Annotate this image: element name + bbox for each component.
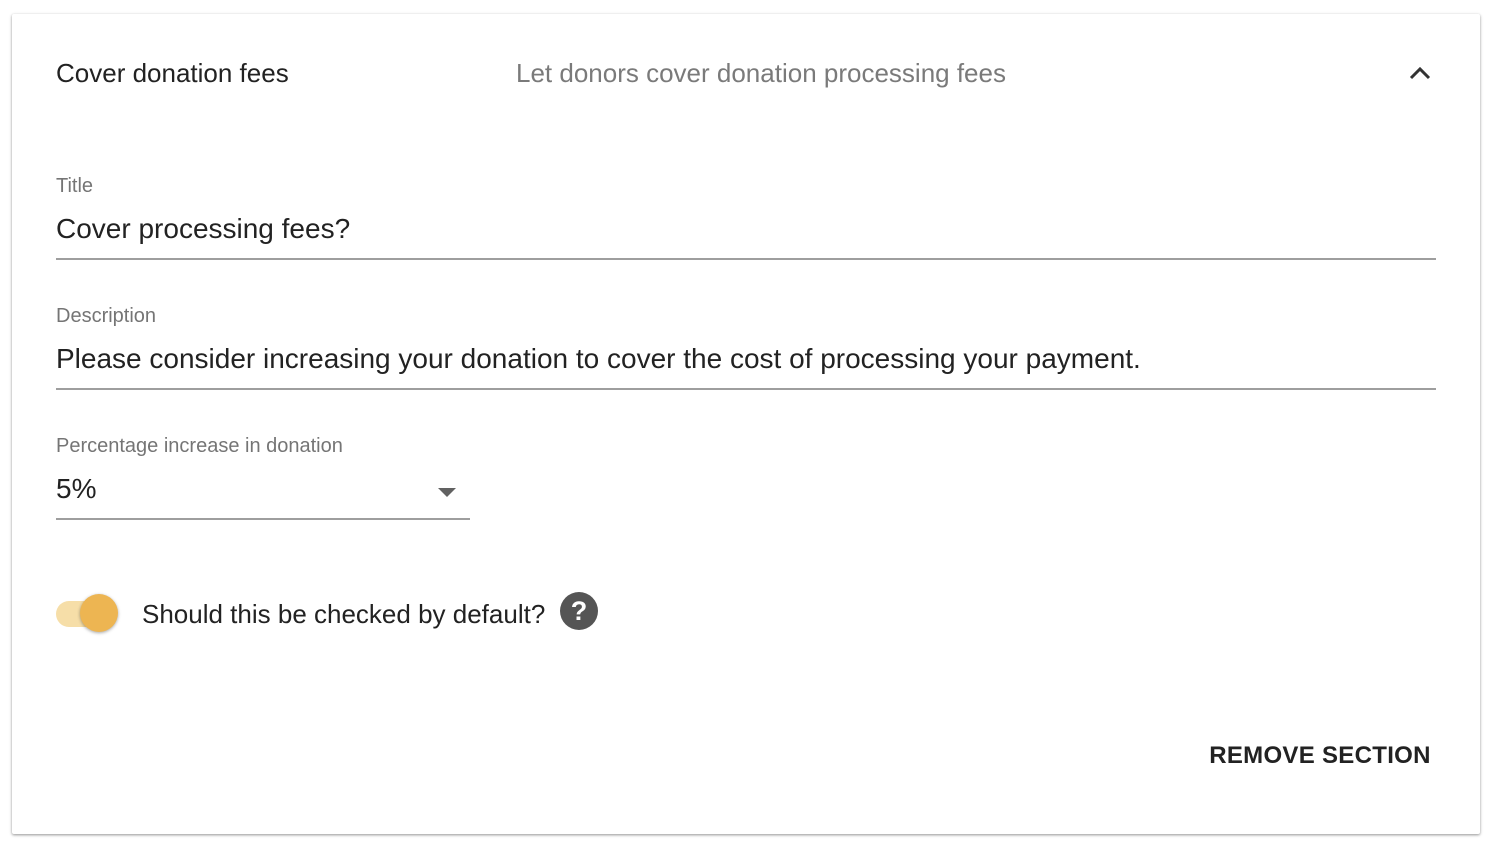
default-checked-row: Should this be checked by default? ? [56,592,656,636]
help-circle-icon[interactable]: ? [560,592,598,630]
section-header[interactable]: Cover donation fees Let donors cover don… [12,14,1480,132]
description-field: Description [56,304,1436,390]
percentage-selected-value: 5% [56,473,97,504]
caret-down-icon [438,488,456,497]
title-field-label: Title [56,175,94,197]
cover-fees-section-card: Cover donation fees Let donors cover don… [12,14,1480,834]
toggle-thumb [80,594,118,632]
percentage-select[interactable]: Percentage increase in donation 5% [56,434,470,520]
default-checked-label: Should this be checked by default? [142,599,546,629]
description-field-label: Description [56,305,157,327]
section-subtitle: Let donors cover donation processing fee… [516,58,1006,88]
remove-section-button[interactable]: REMOVE SECTION [1196,728,1444,784]
percentage-field-label: Percentage increase in donation [56,435,343,457]
title-field-underline [56,258,1436,260]
chevron-up-icon [1409,66,1431,80]
section-title: Cover donation fees [56,58,289,88]
default-checked-toggle[interactable] [56,592,118,636]
description-input[interactable] [56,342,1436,376]
title-input[interactable] [56,212,1436,246]
collapse-section-button[interactable] [1404,58,1436,88]
percentage-field-underline [56,518,470,520]
title-field: Title [56,174,1436,260]
description-field-underline [56,388,1436,390]
